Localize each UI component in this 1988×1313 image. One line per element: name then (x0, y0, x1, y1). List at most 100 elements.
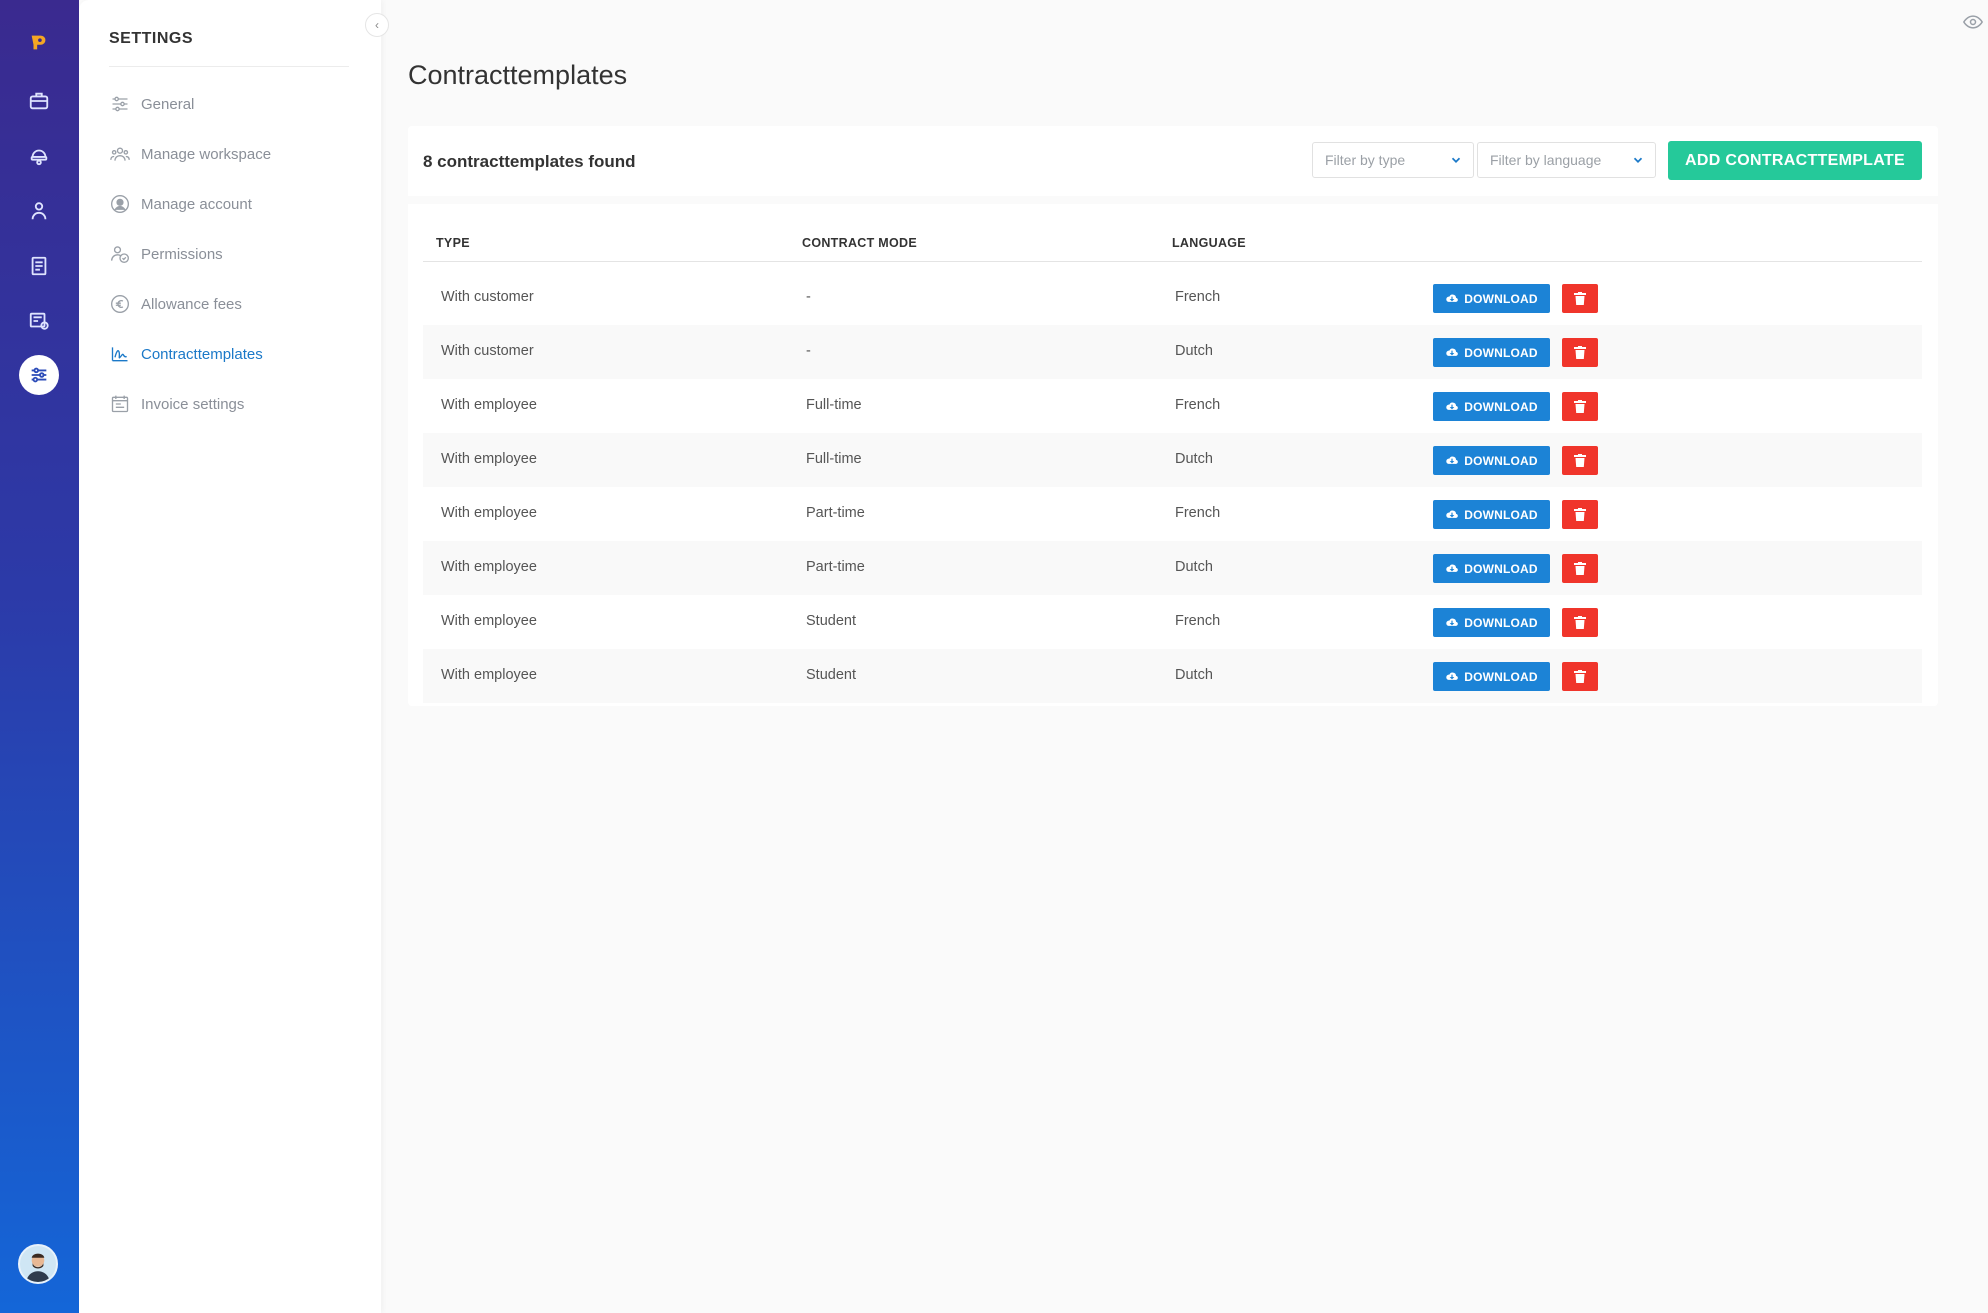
trash-icon (1574, 400, 1586, 413)
cell-type: With employee (441, 451, 537, 467)
delete-button[interactable] (1562, 608, 1598, 637)
filter-language-placeholder: Filter by language (1490, 152, 1602, 168)
card-header-separator (408, 196, 1938, 204)
nav-item-permissions[interactable]: Permissions (109, 239, 349, 269)
cell-contract-mode: - (806, 343, 811, 359)
cloud-download-icon (1446, 456, 1459, 464)
table-row: With employee Student French DOWNLOAD (423, 595, 1922, 649)
trash-icon (1574, 292, 1586, 305)
delete-button[interactable] (1562, 554, 1598, 583)
billing-icon[interactable] (19, 301, 59, 341)
nav-item-manage-workspace[interactable]: Manage workspace (109, 139, 349, 169)
briefcase-icon[interactable] (19, 81, 59, 121)
download-label: DOWNLOAD (1464, 291, 1538, 306)
trash-icon (1574, 670, 1586, 683)
nav-item-manage-account[interactable]: Manage account (109, 189, 349, 219)
cell-type: With employee (441, 397, 537, 413)
download-button[interactable]: DOWNLOAD (1433, 284, 1550, 313)
add-contracttemplate-button[interactable]: ADD CONTRACTTEMPLATE (1668, 141, 1922, 180)
download-label: DOWNLOAD (1464, 615, 1538, 630)
cell-contract-mode: Full-time (806, 397, 862, 413)
settings-sliders-icon[interactable] (19, 355, 59, 395)
table-row: With employee Part-time Dutch DOWNLOAD (423, 541, 1922, 595)
app-rail (0, 0, 79, 1313)
page-title: Contracttemplates (408, 60, 628, 90)
cell-contract-mode: Full-time (806, 451, 862, 467)
nav-item-general[interactable]: General (109, 89, 349, 119)
download-button[interactable]: DOWNLOAD (1433, 446, 1550, 475)
cell-contract-mode: Student (806, 667, 856, 683)
cloud-download-icon (1446, 618, 1459, 626)
user-circle-icon (109, 193, 131, 215)
delete-button[interactable] (1562, 284, 1598, 313)
nav-item-label: Allowance fees (141, 295, 242, 313)
table-row: With employee Student Dutch DOWNLOAD (423, 649, 1922, 703)
cloud-download-icon (1446, 672, 1459, 680)
cloud-download-icon (1446, 510, 1459, 518)
user-avatar[interactable] (18, 1244, 58, 1284)
delete-button[interactable] (1562, 446, 1598, 475)
trash-icon (1574, 562, 1586, 575)
collapse-panel-button[interactable]: ‹ (365, 13, 389, 37)
contracttemplates-card: 8 contracttemplates found Filter by type… (408, 126, 1938, 706)
document-icon[interactable] (19, 246, 59, 286)
download-label: DOWNLOAD (1464, 399, 1538, 414)
nav-item-allowance-fees[interactable]: Allowance fees (109, 289, 349, 319)
download-label: DOWNLOAD (1464, 507, 1538, 522)
download-button[interactable]: DOWNLOAD (1433, 338, 1550, 367)
delete-button[interactable] (1562, 338, 1598, 367)
trash-icon (1574, 616, 1586, 629)
column-header-contract-mode[interactable]: CONTRACT MODE (802, 236, 917, 250)
table-row: With employee Part-time French DOWNLOAD (423, 487, 1922, 541)
table-row: With customer - Dutch DOWNLOAD (423, 325, 1922, 379)
column-header-type[interactable]: TYPE (436, 236, 470, 250)
filter-by-language-select[interactable]: Filter by language (1477, 142, 1656, 178)
group-icon (109, 143, 131, 165)
cell-language: Dutch (1175, 559, 1213, 575)
delete-button[interactable] (1562, 392, 1598, 421)
cell-language: Dutch (1175, 667, 1213, 683)
trash-icon (1574, 508, 1586, 521)
nav-item-label: Manage account (141, 195, 252, 213)
download-button[interactable]: DOWNLOAD (1433, 662, 1550, 691)
download-label: DOWNLOAD (1464, 453, 1538, 468)
settings-divider (109, 66, 349, 67)
cell-language: French (1175, 613, 1221, 629)
nav-item-invoice-settings[interactable]: Invoice settings (109, 389, 349, 419)
euro-icon (109, 293, 131, 315)
signature-icon (109, 343, 131, 365)
cell-contract-mode: - (806, 289, 811, 305)
cell-language: Dutch (1175, 343, 1213, 359)
download-label: DOWNLOAD (1464, 561, 1538, 576)
nav-item-label: Permissions (141, 245, 223, 263)
eye-icon[interactable] (1962, 12, 1984, 32)
results-count: 8 contracttemplates found (423, 152, 636, 171)
table-header: TYPE CONTRACT MODE LANGUAGE (423, 230, 1922, 262)
download-button[interactable]: DOWNLOAD (1433, 608, 1550, 637)
cell-contract-mode: Student (806, 613, 856, 629)
settings-panel: SETTINGS General Manage workspace Manage… (79, 0, 381, 1313)
worker-helmet-icon[interactable] (19, 136, 59, 176)
cloud-download-icon (1446, 564, 1459, 572)
cell-language: French (1175, 397, 1221, 413)
cloud-download-icon (1446, 348, 1459, 356)
employee-icon[interactable] (19, 191, 59, 231)
invoice-icon (109, 393, 131, 415)
delete-button[interactable] (1562, 662, 1598, 691)
download-button[interactable]: DOWNLOAD (1433, 554, 1550, 583)
table-row: With employee Full-time Dutch DOWNLOAD (423, 433, 1922, 487)
table-row: With customer - French DOWNLOAD (423, 271, 1922, 325)
chevron-down-icon (1633, 157, 1643, 163)
column-header-language[interactable]: LANGUAGE (1172, 236, 1246, 250)
chevron-left-icon: ‹ (375, 18, 379, 32)
cell-type: With customer (441, 343, 534, 359)
cell-language: Dutch (1175, 451, 1213, 467)
app-logo-icon[interactable] (19, 22, 59, 62)
nav-item-contracttemplates[interactable]: Contracttemplates (109, 339, 349, 369)
download-button[interactable]: DOWNLOAD (1433, 500, 1550, 529)
filter-by-type-select[interactable]: Filter by type (1312, 142, 1474, 178)
delete-button[interactable] (1562, 500, 1598, 529)
settings-title: SETTINGS (109, 30, 194, 47)
nav-item-label: General (141, 95, 195, 113)
download-button[interactable]: DOWNLOAD (1433, 392, 1550, 421)
